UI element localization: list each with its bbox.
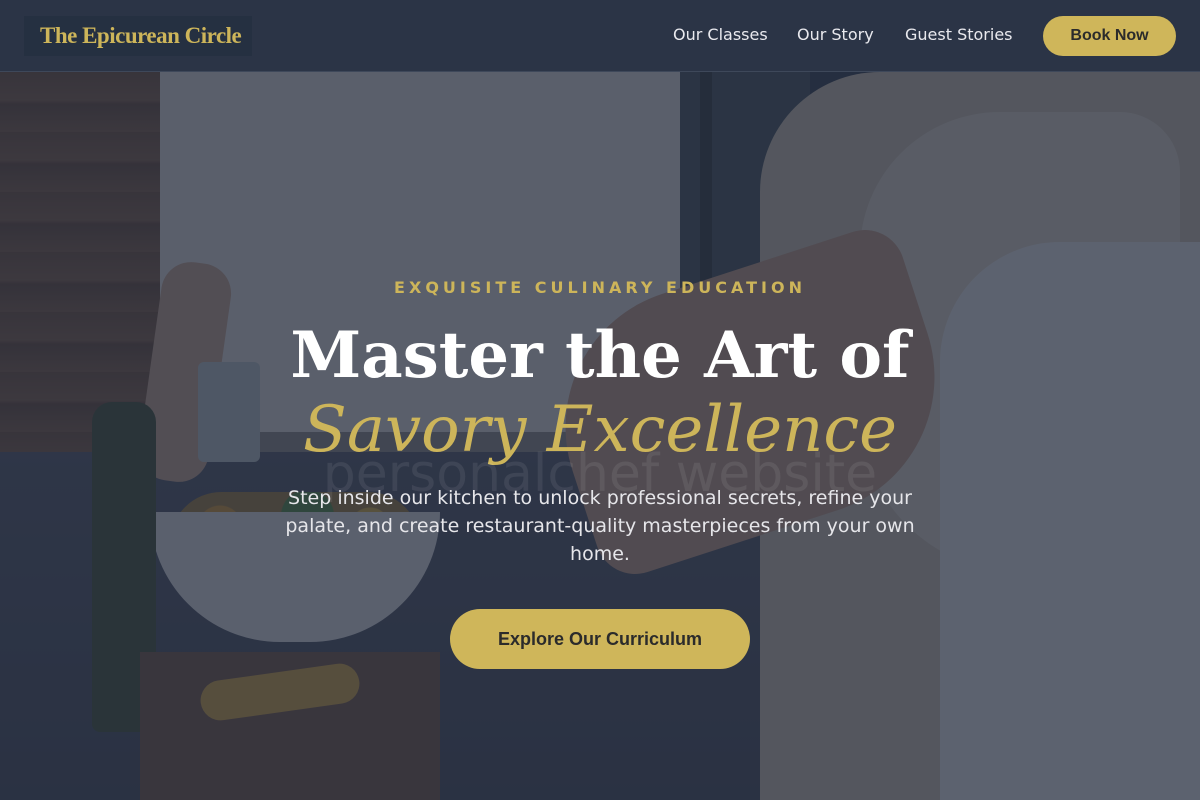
hero-subtext: Step inside our kitchen to unlock profes… (285, 487, 915, 565)
logo-box[interactable]: The Epicurean Circle (24, 16, 252, 56)
nav-link-our-classes[interactable]: Our Classes (673, 24, 768, 46)
hero-headline: Master the Art of (290, 318, 910, 393)
nav-link-guest-stories[interactable]: Guest Stories (905, 24, 1013, 46)
book-now-button[interactable]: Book Now (1043, 16, 1176, 56)
site-header: The Epicurean Circle Our Classes Our Sto… (0, 0, 1200, 72)
site-logo[interactable]: The Epicurean Circle (40, 16, 242, 56)
nav-link-our-story[interactable]: Our Story (797, 24, 874, 46)
hero-section: EXQUISITE CULINARY EDUCATION Master the … (0, 72, 1200, 800)
hero-eyebrow: EXQUISITE CULINARY EDUCATION (394, 278, 806, 297)
explore-curriculum-button[interactable]: Explore Our Curriculum (450, 609, 750, 669)
